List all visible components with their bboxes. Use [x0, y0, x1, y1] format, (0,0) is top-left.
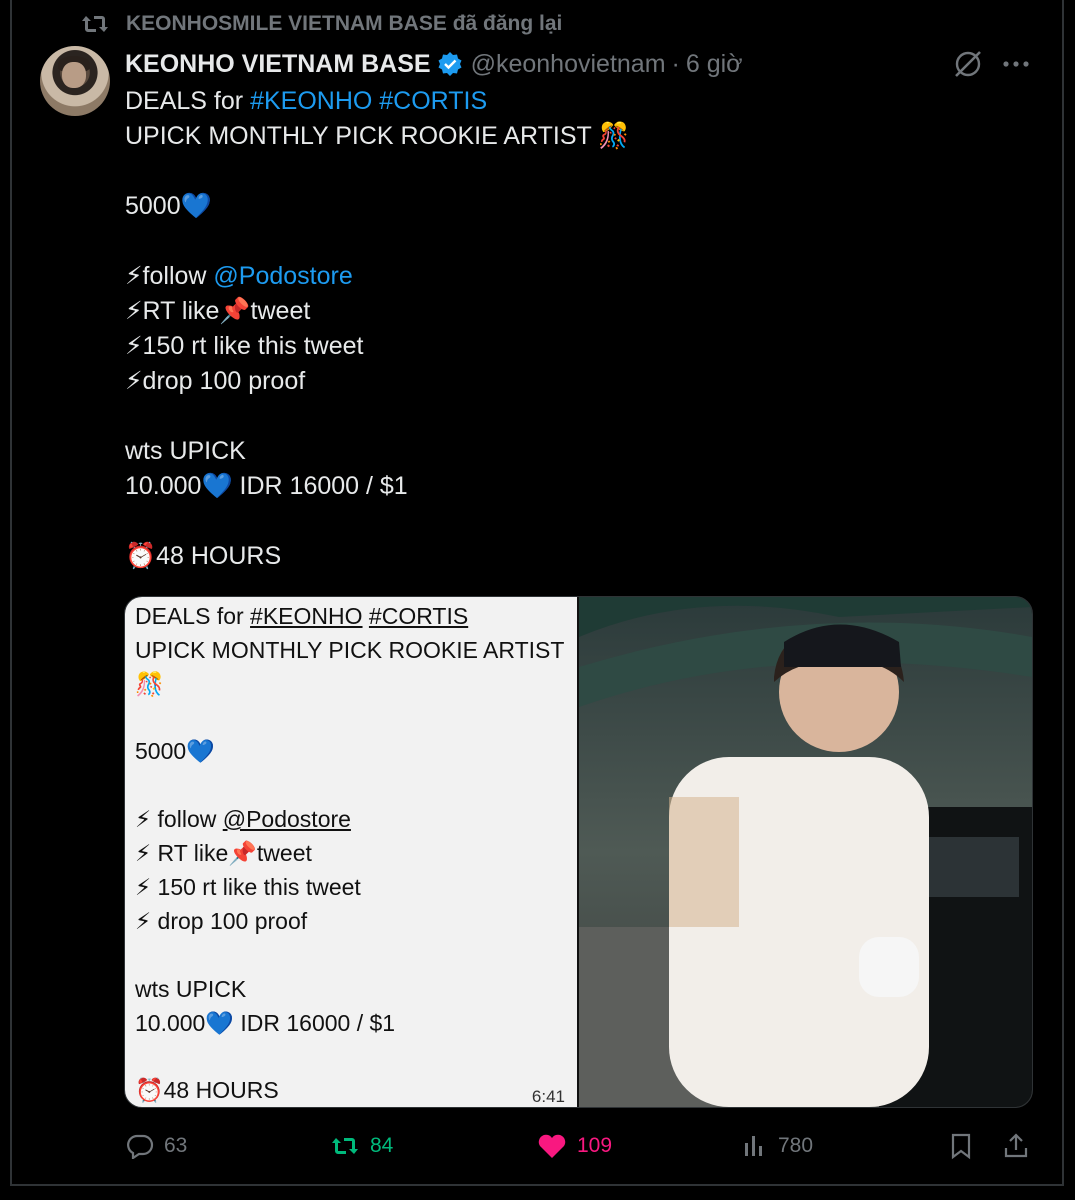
- repost-icon: [80, 11, 116, 37]
- grok-icon[interactable]: [952, 48, 984, 80]
- tweet-line: wts UPICK: [125, 437, 246, 465]
- more-options-icon[interactable]: [1000, 50, 1032, 78]
- tweet-line: ⏰48 HOURS: [125, 542, 282, 570]
- verified-badge-icon: [438, 52, 462, 76]
- author-name[interactable]: KEONHO VIETNAM BASE: [125, 50, 431, 79]
- tweet-line: UPICK MONTHLY PICK ROOKIE ARTIST 🎊: [125, 122, 630, 150]
- view-count: 780: [778, 1134, 814, 1157]
- timeline-border-left: [10, 0, 12, 1186]
- tweet-line: ⚡150 rt like this tweet: [125, 332, 364, 360]
- timestamp[interactable]: 6 giờ: [686, 50, 743, 79]
- reply-count: 63: [164, 1134, 188, 1157]
- heart-icon: [538, 1134, 566, 1158]
- bookmark-icon: [951, 1133, 971, 1160]
- tweet-line: ⚡drop 100 proof: [125, 367, 306, 395]
- repost-label: KEONHOSMILE VIETNAM BASE đã đăng lại: [126, 12, 563, 35]
- timeline-border-bottom: [10, 1184, 1064, 1186]
- like-button[interactable]: 109: [537, 1126, 612, 1166]
- tweet-line: 10.000💙 IDR 16000 / $1: [125, 472, 408, 500]
- reply-button[interactable]: 63: [126, 1126, 187, 1166]
- share-icon: [1004, 1133, 1028, 1158]
- tweet-line-follow: ⚡follow @Podostore: [125, 262, 353, 290]
- repost-indicator[interactable]: KEONHOSMILE VIETNAM BASE đã đăng lại: [80, 8, 562, 40]
- analytics-icon: [745, 1136, 762, 1156]
- tweet-line-deals: DEALS for #KEONHO #CORTIS: [125, 87, 488, 115]
- repost-button[interactable]: 84: [330, 1126, 393, 1166]
- avatar[interactable]: [40, 46, 110, 116]
- timeline-border-right: [1062, 0, 1064, 1186]
- media-screenshot-image[interactable]: DEALS for #KEONHO #CORTIS UPICK MONTHLY …: [125, 597, 577, 1107]
- mention-podostore[interactable]: @Podostore: [213, 262, 352, 290]
- tweet-line: ⚡RT like📌tweet: [125, 297, 311, 325]
- hashtag-cortis[interactable]: #CORTIS: [379, 87, 487, 115]
- like-count: 109: [577, 1134, 613, 1157]
- share-button[interactable]: [1002, 1126, 1040, 1166]
- views-button[interactable]: 780: [742, 1126, 813, 1166]
- repost-count: 84: [370, 1134, 394, 1157]
- separator: ·: [671, 49, 680, 78]
- tweet-actions: 63 84 109 780: [0, 1126, 1075, 1166]
- bookmark-button[interactable]: [948, 1126, 984, 1166]
- tweet-text: DEALS for #KEONHO #CORTIS UPICK MONTHLY …: [125, 84, 1025, 574]
- tweet-line: 5000💙: [125, 192, 212, 220]
- hashtag-keonho[interactable]: #KEONHO: [250, 87, 372, 115]
- media-attachment[interactable]: DEALS for #KEONHO #CORTIS UPICK MONTHLY …: [124, 596, 1033, 1108]
- reply-icon: [127, 1134, 154, 1159]
- tweet-header: KEONHO VIETNAM BASE @keonhovietnam · 6 g…: [125, 46, 743, 82]
- media-photo-image[interactable]: [579, 597, 1032, 1107]
- author-handle[interactable]: @keonhovietnam: [471, 50, 666, 79]
- repost-icon: [332, 1138, 358, 1154]
